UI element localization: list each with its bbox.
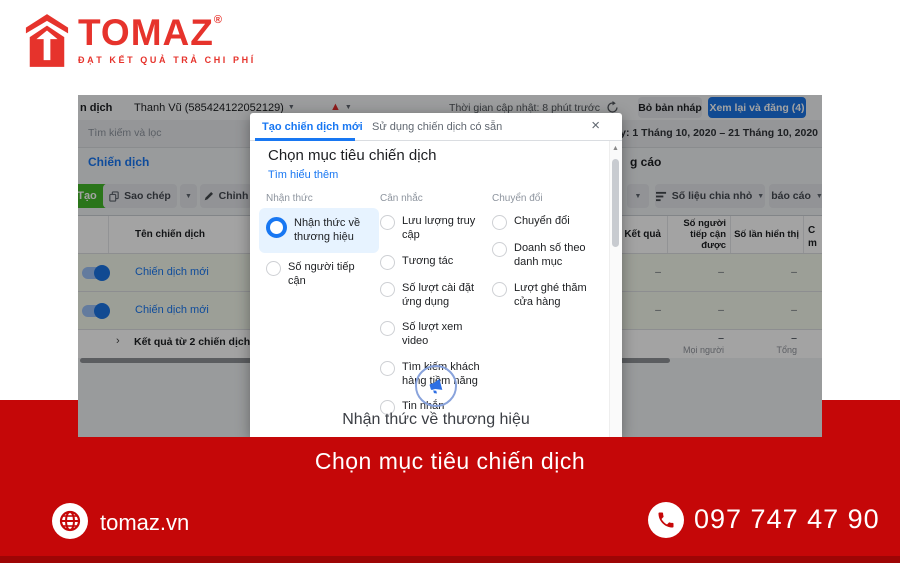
objective-option[interactable]: Số lượt xem video [380, 320, 486, 349]
brand-tagline: ĐẠT KẾT QUẢ TRẢ CHI PHÍ [78, 55, 256, 65]
modal-title: Chọn mục tiêu chiến dịch [268, 147, 436, 164]
tomaz-house-icon [24, 14, 70, 68]
objective-option[interactable]: Số người tiếp cận [266, 260, 372, 289]
selected-objective-label: Nhận thức về thương hiệu [250, 411, 622, 429]
tab-create-new-campaign[interactable]: Tạo chiến dịch mới [262, 121, 363, 133]
radio-icon [266, 261, 281, 276]
radio-icon [380, 361, 395, 376]
brand-logo: TOMAZ® ĐẠT KẾT QUẢ TRẢ CHI PHÍ [24, 14, 256, 68]
ads-manager-screenshot: n dịch Thanh Vũ (585424122052129) ▼ ▲ ▼ … [78, 95, 822, 437]
modal-scrollbar[interactable]: ▲ [609, 141, 622, 437]
objective-option[interactable]: Lưu lượng truy cập [380, 214, 486, 243]
objective-option[interactable]: Doanh số theo danh mục [492, 241, 604, 270]
objective-option[interactable]: Lượt ghé thăm cửa hàng [492, 281, 604, 310]
group-header: Cân nhắc [380, 193, 486, 204]
phone-icon-circle [648, 502, 684, 538]
radio-icon [380, 282, 395, 297]
radio-icon [492, 215, 507, 230]
footer-phone[interactable]: 097 747 47 90 [694, 504, 880, 535]
website-icon-circle [52, 503, 88, 539]
learn-more-link[interactable]: Tìm hiểu thêm [268, 169, 338, 181]
band-bottom-strip [0, 556, 900, 563]
banner-caption: Chọn mục tiêu chiến dịch [0, 448, 900, 475]
objective-option[interactable]: Tương tác [380, 254, 486, 270]
brand-name: TOMAZ [78, 12, 214, 53]
radio-icon [380, 321, 395, 336]
create-campaign-modal: Tạo chiến dịch mới Sử dụng chiến dịch có… [250, 113, 622, 437]
objective-group-conversion: Chuyển đổi Chuyển đổi Doanh số theo danh… [492, 193, 604, 320]
modal-tabs: Tạo chiến dịch mới Sử dụng chiến dịch có… [250, 113, 622, 141]
radio-selected-icon [266, 217, 287, 238]
scroll-up-icon[interactable]: ▲ [612, 145, 619, 152]
radio-icon [380, 255, 395, 270]
group-header: Nhận thức [266, 193, 372, 204]
phone-icon [656, 510, 676, 530]
footer-website[interactable]: tomaz.vn [100, 510, 189, 536]
group-header: Chuyển đổi [492, 193, 604, 204]
globe-icon [57, 508, 83, 534]
registered-mark: ® [214, 14, 222, 26]
radio-icon [492, 242, 507, 257]
objective-icon-circle [415, 365, 457, 407]
megaphone-icon [424, 374, 447, 397]
close-icon[interactable]: × [591, 117, 600, 134]
objective-group-awareness: Nhận thức Nhận thức về thương hiệu Số ng… [266, 193, 372, 299]
radio-icon [380, 215, 395, 230]
active-tab-underline [255, 138, 355, 141]
objective-option[interactable]: Số lượt cài đặt ứng dụng [380, 281, 486, 310]
tab-use-existing-campaign[interactable]: Sử dụng chiến dịch có sẵn [372, 121, 502, 133]
radio-icon [492, 282, 507, 297]
modal-scrollbar-thumb[interactable] [612, 159, 619, 247]
objective-option[interactable]: Chuyển đổi [492, 214, 604, 230]
objective-option-selected[interactable]: Nhận thức về thương hiệu [259, 208, 379, 253]
